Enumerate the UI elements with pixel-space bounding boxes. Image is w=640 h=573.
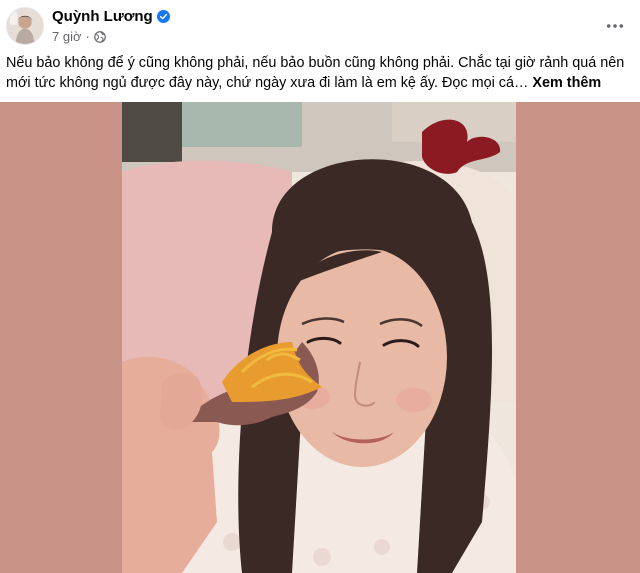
post-photo[interactable] — [122, 102, 516, 573]
author-avatar[interactable] — [6, 7, 44, 45]
verified-badge-icon — [156, 10, 170, 23]
globe-icon[interactable] — [93, 30, 106, 43]
author-name[interactable]: Quỳnh Lương — [52, 8, 153, 25]
post-meta: 7 giờ · — [52, 29, 106, 44]
author-row: Quỳnh Lương — [52, 8, 170, 25]
more-horizontal-icon — [606, 16, 624, 34]
post-timestamp[interactable]: 7 giờ — [52, 29, 82, 44]
post-caption: Nếu bảo không để ý cũng không phải, nếu … — [6, 53, 632, 93]
post-options-button[interactable] — [600, 10, 630, 40]
post-header: Quỳnh Lương 7 giờ · — [0, 0, 640, 50]
feed-post: Quỳnh Lương 7 giờ · Nếu bảo không để ý c… — [0, 0, 640, 573]
meta-separator: · — [85, 29, 90, 44]
post-media — [0, 102, 640, 573]
see-more-link[interactable]: Xem thêm — [532, 75, 601, 91]
